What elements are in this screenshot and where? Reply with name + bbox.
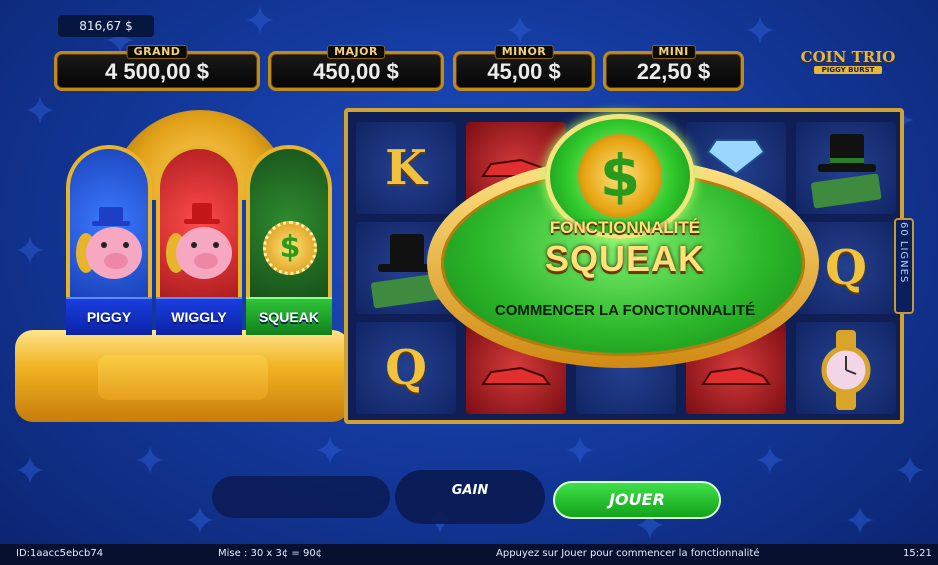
jackpot-label: MAJOR [327,45,385,59]
booth-label: WIGGLY [171,309,227,325]
jackpot-value: 45,00 $ [487,59,561,84]
session-id: ID:1aacc5ebcb74 [16,548,104,559]
jackpot-label: GRAND [126,45,188,59]
jackpot-value: 450,00 $ [313,59,399,84]
booth-label: SQUEAK [259,309,319,325]
play-button[interactable]: JOUER [553,481,721,519]
feature-name: SQUEAK [544,238,706,279]
booth-label: PIGGY [86,309,132,325]
jackpot-label: MINOR [494,45,554,59]
start-feature-button[interactable]: COMMENCER LA FONCTIONNALITÉ [470,302,780,319]
pedestal-plaque [98,355,268,400]
tophat-icon [811,134,882,209]
pig-icon [76,207,142,279]
status-bar: ID:1aacc5ebcb74 Mise : 30 x 3¢ = 90¢ App… [0,544,938,565]
jackpot-value: 4 500,00 $ [105,59,209,84]
bet-info: Mise : 30 x 3¢ = 90¢ [218,548,323,559]
paylines-indicator: 60 LIGNES [894,218,914,314]
bet-panel [212,476,390,518]
status-message: Appuyez sur Jouer pour commencer la fonc… [496,548,760,559]
clock: 15:21 [903,548,932,559]
win-label: GAIN [451,483,489,498]
jackpot-label: MINI [651,45,696,59]
jackpot-grand: GRAND 4 500,00 $ [54,45,260,93]
dollar-icon: $ [599,142,641,210]
balance-display: 816,67 $ [58,15,154,37]
logo-title: COIN TRIO [800,48,896,66]
booth-squeak: $ SQUEAK [246,145,332,335]
game-logo: COIN TRIO PIGGY BURST [800,48,896,86]
pig-icon [166,203,232,279]
jackpot-mini: MINI 22,50 $ [603,45,744,93]
watch-icon [821,330,871,410]
logo-subtitle: PIGGY BURST [814,66,882,74]
booth-piggy: PIGGY [66,145,152,335]
jackpot-major: MAJOR 450,00 $ [268,45,444,93]
dollar-coin-icon: $ [263,221,317,275]
jackpot-value: 22,50 $ [636,59,711,84]
paylines-label: 60 LIGNES [898,222,909,284]
booth-wiggly: WIGGLY [156,145,242,335]
feature-title: FONCTIONNALITÉ [549,218,701,237]
jackpot-minor: MINOR 45,00 $ [453,45,595,93]
